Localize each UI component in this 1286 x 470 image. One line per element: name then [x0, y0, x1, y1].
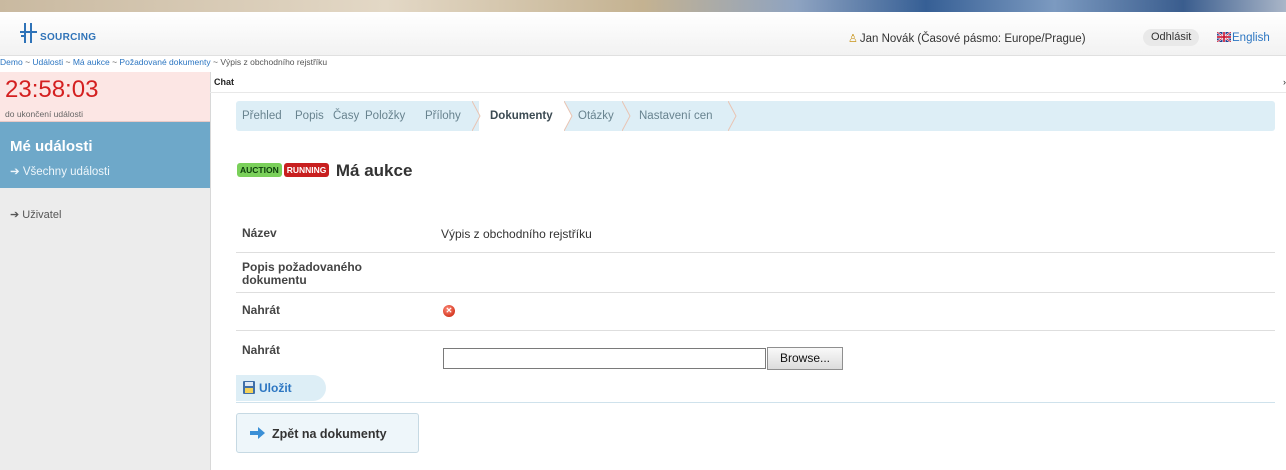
breadcrumb-item-demo[interactable]: Demo: [0, 57, 23, 67]
save-button[interactable]: Uložit: [236, 375, 326, 401]
countdown-timer: 23:58:03: [5, 76, 99, 103]
upload-label: Nahrát: [242, 303, 281, 317]
tab-items[interactable]: Položky: [365, 110, 405, 122]
breadcrumb-item-events[interactable]: Události: [32, 57, 63, 67]
logo-text: SOURCING: [40, 32, 97, 43]
user-info[interactable]: ♙ Jan Novák (Časové pásmo: Europe/Prague): [848, 32, 1086, 45]
tab-separator: [728, 101, 737, 131]
tab-price-settings[interactable]: Nastavení cen: [639, 110, 713, 122]
countdown-caption: do ukončení události: [5, 109, 83, 119]
tab-times[interactable]: Časy: [333, 110, 359, 122]
error-icon: ✕: [443, 305, 455, 317]
tab-attachments[interactable]: Přílohy: [425, 110, 461, 122]
tab-overview[interactable]: Přehled: [242, 110, 282, 122]
file-path-input[interactable]: [443, 348, 766, 369]
arrow-right-icon: ➔: [10, 166, 23, 178]
name-label: Název: [242, 226, 277, 240]
tab-documents[interactable]: Dokumenty: [490, 110, 553, 122]
name-value: Výpis z obchodního rejstříku: [441, 227, 592, 241]
tab-description[interactable]: Popis: [295, 110, 324, 122]
back-label: Zpět na dokumenty: [272, 427, 387, 441]
sidebar-section-title[interactable]: Mé události: [10, 138, 93, 155]
chat-bar[interactable]: Chat ›: [210, 72, 1286, 93]
arrow-right-icon: ➔: [10, 209, 23, 221]
chat-label: Chat: [214, 77, 234, 87]
breadcrumb: Demo ~ Události ~ Má aukce ~ Požadované …: [0, 57, 328, 67]
breadcrumb-item-required-docs[interactable]: Požadované dokumenty: [119, 57, 210, 67]
decorative-banner: [0, 0, 1286, 12]
save-bar: Uložit: [236, 375, 1275, 403]
sidebar-item-all-events[interactable]: ➔ Všechny události: [10, 164, 110, 178]
language-switch[interactable]: English: [1217, 32, 1270, 44]
tab-questions[interactable]: Otázky: [578, 110, 614, 122]
event-heading: AUCTION RUNNING Má aukce: [237, 161, 412, 181]
sidebar-item-user[interactable]: ➔ Uživatel: [10, 208, 61, 221]
tab-separator: [472, 101, 481, 131]
countdown-box: 23:58:03 do ukončení události: [0, 72, 210, 122]
uk-flag-icon: [1217, 32, 1231, 42]
sidebar: 23:58:03 do ukončení události Mé událost…: [0, 72, 211, 470]
logo-mark-icon: [20, 23, 37, 43]
tab-bar: Přehled Popis Časy Položky Přílohy Dokum…: [236, 101, 1275, 131]
form-row-name: Název Výpis z obchodního rejstříku: [236, 215, 1275, 253]
user-label: Jan Novák (Časové pásmo: Europe/Prague): [859, 33, 1086, 45]
tab-separator: [564, 101, 573, 131]
upload-label-2: Nahrát: [242, 343, 281, 357]
save-label: Uložit: [259, 381, 292, 395]
breadcrumb-item-my-auction[interactable]: Má aukce: [73, 57, 110, 67]
logo[interactable]: SOURCING: [20, 22, 140, 48]
back-to-documents-button[interactable]: Zpět na dokumenty: [236, 413, 419, 453]
header: SOURCING ♙ Jan Novák (Časové pásmo: Europ…: [0, 12, 1286, 56]
floppy-disk-icon: [243, 381, 255, 394]
logout-button[interactable]: Odhlásit: [1143, 29, 1200, 46]
browse-button[interactable]: Browse...: [767, 347, 843, 370]
form-row-description: Popis požadovaného dokumentu: [236, 252, 1275, 293]
type-badge: AUCTION: [237, 163, 282, 177]
sidebar-section-my-events: Mé události ➔ Všechny události: [0, 122, 210, 188]
breadcrumb-current: Výpis z obchodního rejstříku: [220, 57, 328, 67]
form-row-upload-status: Nahrát ✕: [236, 292, 1275, 331]
user-icon: ♙: [848, 33, 858, 45]
page-title: Má aukce: [335, 161, 413, 180]
status-badge: RUNNING: [283, 163, 330, 177]
tab-separator: [622, 101, 631, 131]
language-label: English: [1232, 32, 1270, 44]
arrow-right-icon: [250, 427, 265, 439]
description-label: Popis požadovaného dokumentu: [242, 260, 363, 287]
